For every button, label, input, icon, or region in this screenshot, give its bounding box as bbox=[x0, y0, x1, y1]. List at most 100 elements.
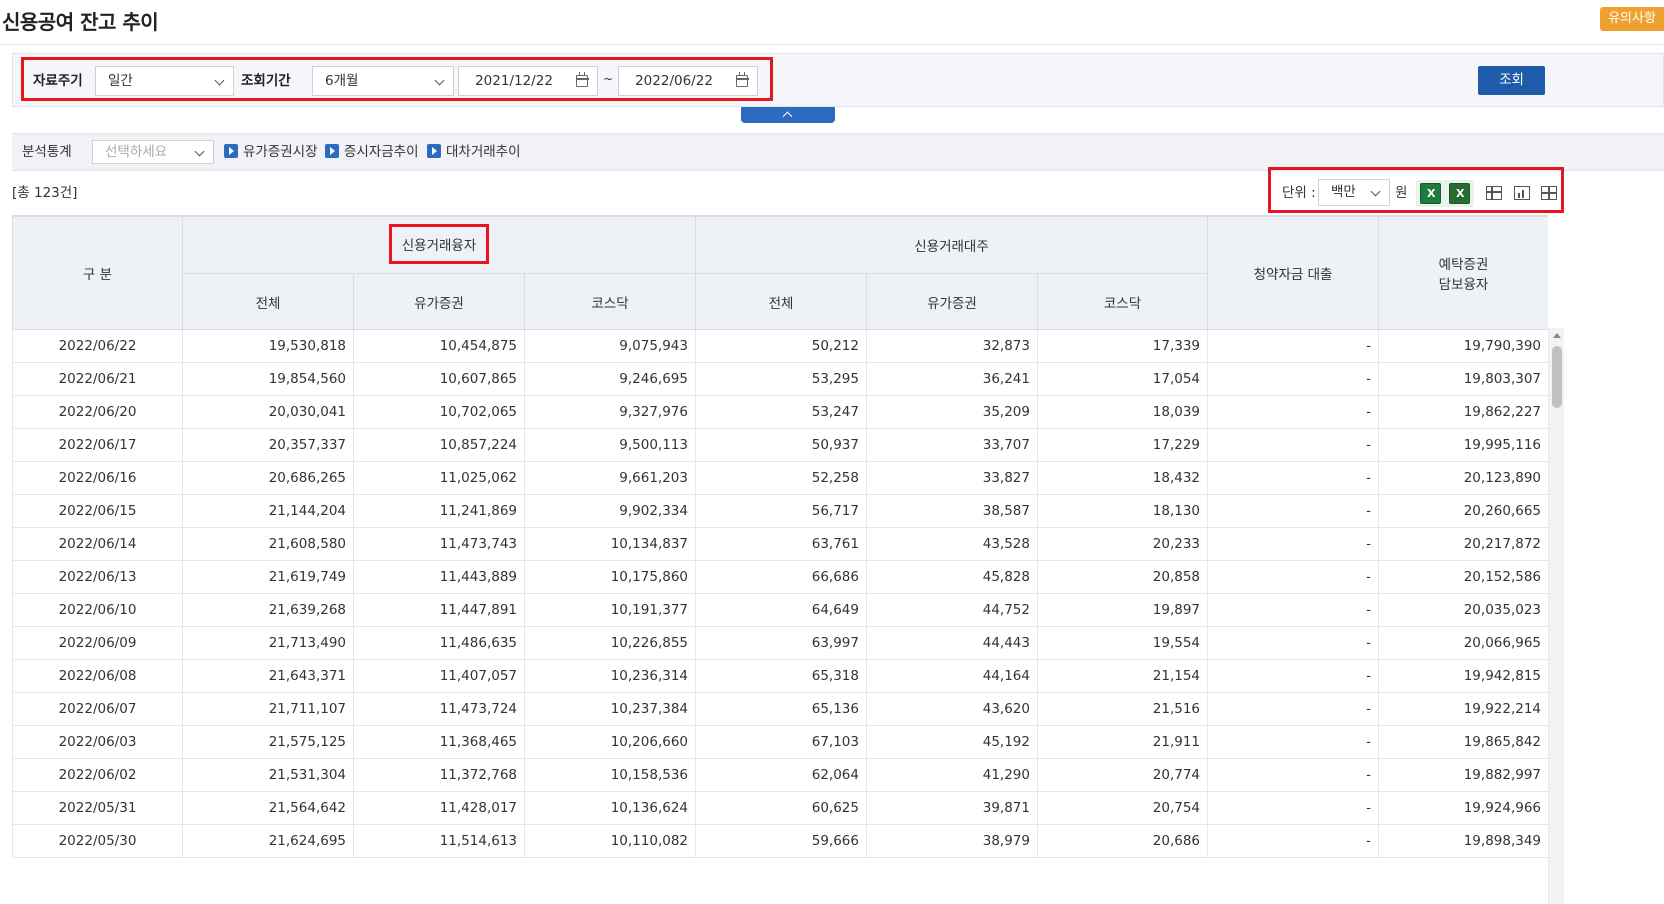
analysis-select[interactable]: 선택하세요 bbox=[92, 140, 214, 164]
table-cell: - bbox=[1207, 560, 1380, 594]
excel-download-icon[interactable] bbox=[1420, 183, 1441, 204]
table-cell: 62,064 bbox=[695, 758, 867, 792]
table-cell: 20,123,890 bbox=[1378, 461, 1548, 495]
table-cell: 45,828 bbox=[866, 560, 1038, 594]
table-cell: 11,447,891 bbox=[353, 593, 525, 627]
table-cell: - bbox=[1207, 461, 1380, 495]
table-row: 2022/05/31 21,564,642 11,428,017 10,136,624… bbox=[12, 791, 1548, 825]
link-securities-market[interactable]: 유가증권시장 bbox=[224, 142, 318, 162]
range-select-value: 6개월 bbox=[325, 73, 359, 89]
subheader-short-kospi: 유가증권 bbox=[866, 273, 1038, 330]
start-date-field[interactable]: 2021/12/22 bbox=[458, 66, 598, 96]
table-cell-date: 2022/06/15 bbox=[12, 494, 183, 528]
table-view-icon[interactable] bbox=[1486, 186, 1502, 200]
table-cell: 20,066,965 bbox=[1378, 626, 1548, 660]
data-table-container: 구 분 신용거래융자 신용거래대주 청약자금 대출 예탁증권 담보융자 전체 유가… bbox=[12, 215, 1548, 904]
table-row: 2022/06/09 21,713,490 11,486,635 10,226,855… bbox=[12, 626, 1548, 660]
table-cell: 11,428,017 bbox=[353, 791, 525, 825]
table-cell: 11,514,613 bbox=[353, 824, 525, 858]
calendar-icon[interactable] bbox=[575, 72, 589, 87]
period-label: 자료주기 bbox=[33, 73, 83, 89]
collapse-filter-button[interactable] bbox=[741, 107, 835, 123]
chevron-down-icon bbox=[194, 146, 205, 157]
table-cell: 32,873 bbox=[866, 329, 1038, 363]
table-cell: 21,639,268 bbox=[182, 593, 354, 627]
table-cell: 21,154 bbox=[1037, 659, 1209, 693]
link-market-funds[interactable]: 증시자금추이 bbox=[325, 142, 419, 162]
subheader-loan-total: 전체 bbox=[182, 273, 354, 330]
table-cell: 11,486,635 bbox=[353, 626, 525, 660]
table-row: 2022/06/20 20,030,041 10,702,065 9,327,976 5… bbox=[12, 395, 1548, 429]
notice-button[interactable]: 유의사항 bbox=[1600, 7, 1664, 31]
table-scrollbar[interactable] bbox=[1548, 328, 1564, 904]
table-cell: 21,713,490 bbox=[182, 626, 354, 660]
table-cell: 11,473,743 bbox=[353, 527, 525, 561]
table-cell: 21,643,371 bbox=[182, 659, 354, 693]
page-title: 신용공여 잔고 추이 bbox=[2, 10, 159, 34]
table-cell: 38,587 bbox=[866, 494, 1038, 528]
period-select[interactable]: 일간 bbox=[95, 66, 234, 96]
table-cell: 21,575,125 bbox=[182, 725, 354, 759]
table-cell: 19,942,815 bbox=[1378, 659, 1548, 693]
table-cell: 20,260,665 bbox=[1378, 494, 1548, 528]
unit-select[interactable]: 백만 bbox=[1318, 179, 1390, 206]
table-cell: - bbox=[1207, 362, 1380, 396]
table-cell: 20,774 bbox=[1037, 758, 1209, 792]
table-cell: 10,191,377 bbox=[524, 593, 696, 627]
table-row: 2022/05/30 21,624,695 11,514,613 10,110,082… bbox=[12, 824, 1548, 858]
table-cell: - bbox=[1207, 428, 1380, 462]
table-cell: 41,290 bbox=[866, 758, 1038, 792]
table-cell: 19,854,560 bbox=[182, 362, 354, 396]
table-cell: 19,995,116 bbox=[1378, 428, 1548, 462]
header-subscription-loan: 청약자금 대출 bbox=[1207, 216, 1380, 330]
excel-all-download-icon[interactable] bbox=[1449, 183, 1470, 204]
table-cell: 63,761 bbox=[695, 527, 867, 561]
table-cell: 11,025,062 bbox=[353, 461, 525, 495]
unit-select-value: 백만 bbox=[1331, 184, 1356, 200]
search-button[interactable]: 조회 bbox=[1478, 66, 1545, 95]
table-row: 2022/06/08 21,643,371 11,407,057 10,236,314… bbox=[12, 659, 1548, 693]
date-separator: ~ bbox=[603, 72, 614, 86]
table-row: 2022/06/16 20,686,265 11,025,062 9,661,203 5… bbox=[12, 461, 1548, 495]
chart-view-icon[interactable] bbox=[1514, 186, 1530, 200]
play-icon bbox=[427, 144, 441, 158]
table-cell: 10,702,065 bbox=[353, 395, 525, 429]
table-cell-date: 2022/06/21 bbox=[12, 362, 183, 396]
table-row: 2022/06/21 19,854,560 10,607,865 9,246,695 5… bbox=[12, 362, 1548, 396]
table-cell: 18,130 bbox=[1037, 494, 1209, 528]
table-cell: 19,530,818 bbox=[182, 329, 354, 363]
table-cell: 21,144,204 bbox=[182, 494, 354, 528]
table-cell: 44,164 bbox=[866, 659, 1038, 693]
table-cell: 20,858 bbox=[1037, 560, 1209, 594]
calendar-icon[interactable] bbox=[735, 72, 749, 87]
table-cell: 20,233 bbox=[1037, 527, 1209, 561]
link-lending-trend[interactable]: 대차거래추이 bbox=[427, 142, 521, 162]
start-date-value: 2021/12/22 bbox=[475, 73, 553, 89]
range-select[interactable]: 6개월 bbox=[312, 66, 454, 96]
table-cell: 10,237,384 bbox=[524, 692, 696, 726]
table-cell: 19,882,997 bbox=[1378, 758, 1548, 792]
chevron-down-icon bbox=[1370, 186, 1381, 197]
table-cell: 38,979 bbox=[866, 824, 1038, 858]
table-row: 2022/06/13 21,619,749 11,443,889 10,175,860… bbox=[12, 560, 1548, 594]
header-category: 구 분 bbox=[12, 216, 183, 330]
table-cell: - bbox=[1207, 494, 1380, 528]
table-cell-date: 2022/06/17 bbox=[12, 428, 183, 462]
table-cell: 33,827 bbox=[866, 461, 1038, 495]
table-cell: 20,357,337 bbox=[182, 428, 354, 462]
scroll-thumb[interactable] bbox=[1552, 346, 1562, 408]
grid-view-icon[interactable] bbox=[1541, 186, 1557, 200]
end-date-field[interactable]: 2022/06/22 bbox=[618, 66, 758, 96]
table-cell: 19,790,390 bbox=[1378, 329, 1548, 363]
header-divider bbox=[0, 44, 1664, 45]
table-cell: - bbox=[1207, 329, 1380, 363]
subheader-short-kosdaq: 코스닥 bbox=[1036, 273, 1209, 330]
scroll-up-icon[interactable] bbox=[1553, 333, 1561, 338]
table-cell-date: 2022/06/02 bbox=[12, 758, 183, 792]
table-cell-date: 2022/06/14 bbox=[12, 527, 183, 561]
table-cell: 17,229 bbox=[1037, 428, 1209, 462]
table-row: 2022/06/07 21,711,107 11,473,724 10,237,384… bbox=[12, 692, 1548, 726]
table-cell: 19,898,349 bbox=[1378, 824, 1548, 858]
table-row: 2022/06/15 21,144,204 11,241,869 9,902,334 5… bbox=[12, 494, 1548, 528]
table-row: 2022/06/03 21,575,125 11,368,465 10,206,660… bbox=[12, 725, 1548, 759]
